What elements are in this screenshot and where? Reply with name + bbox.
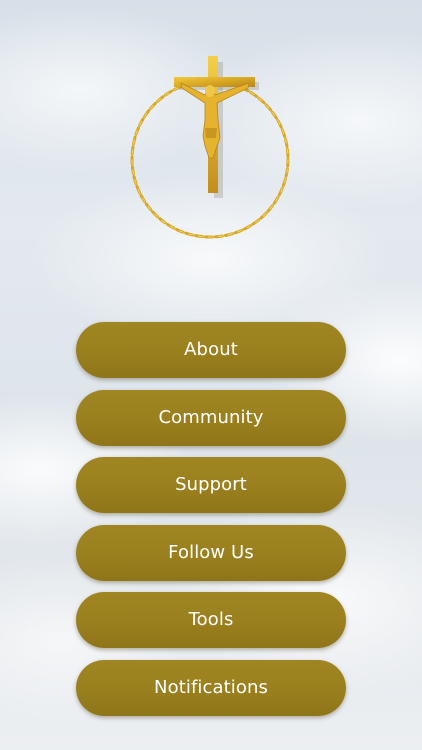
- main-menu: About Community Support Follow Us Tools …: [76, 322, 346, 728]
- follow-us-button-label: Follow Us: [168, 541, 254, 563]
- notifications-button-label: Notifications: [154, 676, 268, 698]
- support-button-label: Support: [175, 474, 247, 496]
- community-button[interactable]: Community: [76, 389, 346, 446]
- notifications-button[interactable]: Notifications: [76, 659, 346, 716]
- about-button[interactable]: About: [76, 322, 346, 378]
- community-button-label: Community: [158, 406, 264, 428]
- support-button[interactable]: Support: [76, 457, 346, 514]
- follow-us-button[interactable]: Follow Us: [76, 524, 346, 581]
- about-button-label: About: [184, 339, 238, 360]
- tools-button-label: Tools: [188, 609, 234, 631]
- crucifix-rosary-icon: [121, 50, 301, 250]
- tools-button[interactable]: Tools: [76, 592, 346, 649]
